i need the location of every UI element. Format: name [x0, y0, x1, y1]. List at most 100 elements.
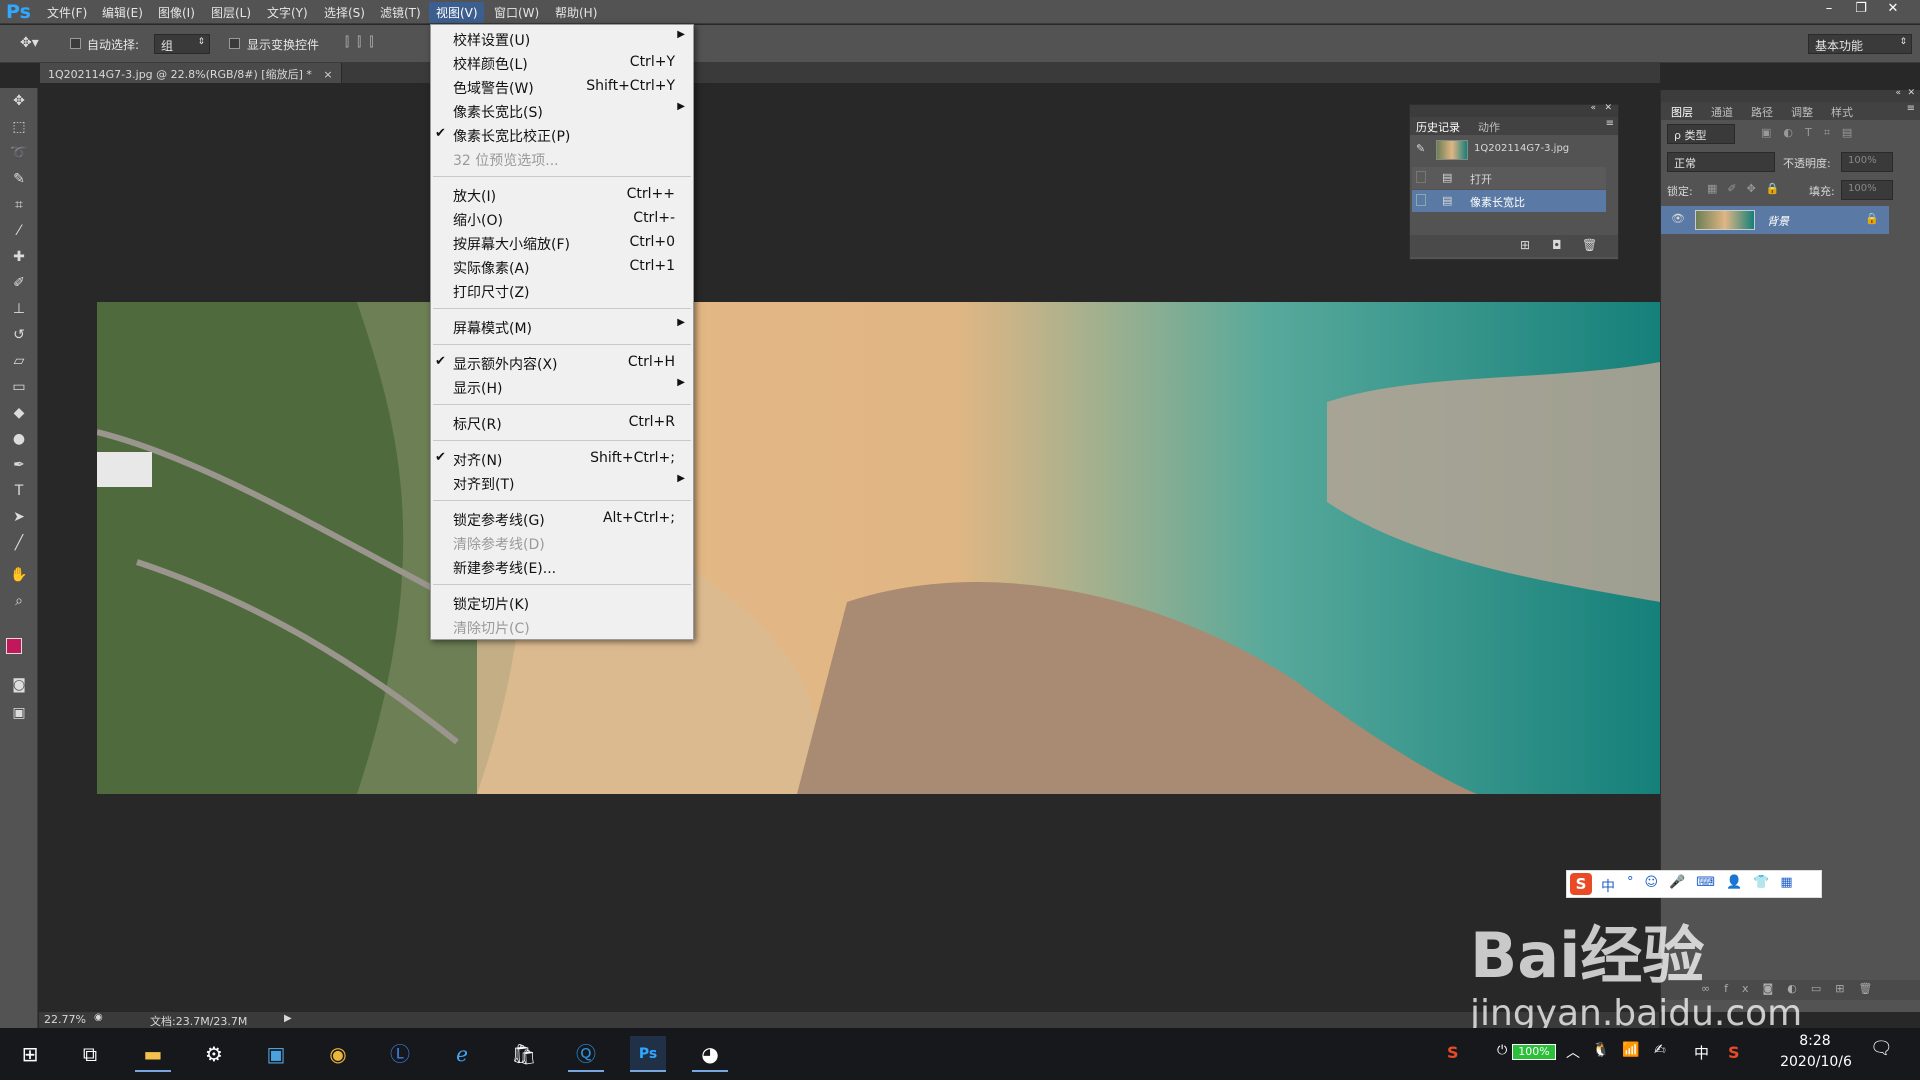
clock-time[interactable]: 8:28	[1780, 1033, 1850, 1049]
eraser-tool-icon[interactable]: ▱	[8, 350, 30, 372]
close-icon[interactable]: ✕	[1907, 88, 1915, 98]
view-menu-item[interactable]: 标尺(R) Ctrl+R	[431, 411, 693, 435]
battery-indicator[interactable]: 100%	[1512, 1044, 1556, 1060]
tab-paths[interactable]: 路径	[1751, 104, 1773, 120]
menu-type[interactable]: 文字(Y)	[267, 4, 308, 21]
auto-select-checkbox[interactable]	[70, 38, 81, 49]
zoom-level[interactable]: 22.77%	[44, 1013, 86, 1026]
show-transform-checkbox[interactable]	[229, 38, 240, 49]
view-menu-item[interactable]: ✔ 显示额外内容(X) Ctrl+H	[431, 351, 693, 375]
view-menu-item[interactable]: 打印尺寸(Z)	[431, 279, 693, 303]
new-document-icon[interactable]: ⊞	[1520, 238, 1530, 252]
state-checkbox[interactable]	[1416, 194, 1426, 206]
marquee-tool-icon[interactable]: ⬚	[8, 116, 30, 138]
task-view-icon[interactable]: ⧉	[72, 1036, 108, 1072]
close-button[interactable]: ✕	[1878, 0, 1908, 20]
app-l-icon[interactable]: Ⓛ	[382, 1036, 418, 1072]
fill-field[interactable]: 100%	[1841, 180, 1893, 200]
menu-help[interactable]: 帮助(H)	[555, 4, 597, 21]
camera-icon[interactable]: ◘	[1552, 238, 1562, 252]
layer-filter-dropdown[interactable]: ρ 类型	[1667, 124, 1735, 144]
tab-history[interactable]: 历史记录	[1416, 119, 1460, 135]
minimize-button[interactable]: –	[1814, 0, 1844, 20]
trash-icon[interactable]: 🗑	[1582, 238, 1597, 252]
move-tool-icon[interactable]: ✥▾	[20, 35, 39, 51]
layer-filter-icons[interactable]: ▣◐T⌗▤	[1761, 126, 1864, 140]
history-state-active[interactable]: ▤ 像素长宽比	[1412, 190, 1606, 212]
app-ball-icon[interactable]: ◕	[692, 1036, 728, 1072]
sogou-tray-icon[interactable]: S	[1447, 1043, 1459, 1062]
view-menu-item[interactable]: 像素长宽比(S) ▶	[431, 99, 693, 123]
sogou-tray-icon-2[interactable]: S	[1728, 1043, 1740, 1062]
menu-edit[interactable]: 编辑(E)	[102, 4, 143, 21]
crop-tool-icon[interactable]: ⌗	[8, 194, 30, 216]
state-checkbox[interactable]	[1416, 171, 1426, 183]
layer-row[interactable]: 👁 背景 🔒	[1661, 206, 1889, 234]
windows-start-icon[interactable]: ⊞	[12, 1036, 48, 1072]
line-tool-icon[interactable]: ╱	[8, 532, 30, 554]
browser-q-icon[interactable]: Ⓠ	[568, 1036, 604, 1072]
view-menu-item[interactable]: 屏幕模式(M) ▶	[431, 315, 693, 339]
tab-close-icon[interactable]: ×	[323, 68, 332, 81]
view-menu-item[interactable]: ✔ 像素长宽比校正(P)	[431, 123, 693, 147]
photos-icon[interactable]: ▣	[258, 1036, 294, 1072]
align-icons[interactable]: ⫿⫿⫿	[345, 35, 381, 50]
blend-mode-dropdown[interactable]: 正常	[1667, 152, 1775, 172]
auto-select-dropdown[interactable]: 组 ⇕	[154, 34, 210, 54]
quick-select-tool-icon[interactable]: ✎	[8, 168, 30, 190]
eyedropper-tool-icon[interactable]: ⁄	[8, 220, 30, 242]
workspace-dropdown[interactable]: 基本功能 ⇕	[1808, 34, 1912, 54]
pen-icon[interactable]: ✍	[1654, 1042, 1666, 1058]
view-menu-item[interactable]: 按屏幕大小缩放(F) Ctrl+0	[431, 231, 693, 255]
menu-select[interactable]: 选择(S)	[324, 4, 365, 21]
gradient-tool-icon[interactable]: ▭	[8, 376, 30, 398]
clock-date[interactable]: 2020/10/6	[1766, 1054, 1866, 1070]
restore-button[interactable]: ❐	[1846, 0, 1876, 20]
history-snapshot[interactable]: ✎ 1Q202114G7-3.jpg	[1412, 137, 1606, 163]
menu-view[interactable]: 视图(V)	[436, 4, 478, 21]
view-menu-item[interactable]: 校样颜色(L) Ctrl+Y	[431, 51, 693, 75]
file-explorer-icon[interactable]: ▬	[135, 1036, 171, 1072]
stamp-tool-icon[interactable]: ⊥	[8, 298, 30, 320]
ime-tool-icons[interactable]: °☺🎤⌨👤👕▦	[1627, 875, 1804, 890]
menu-file[interactable]: 文件(F)	[47, 4, 87, 21]
history-state[interactable]: ▤ 打开	[1412, 167, 1606, 189]
view-menu-item[interactable]: ✔ 对齐(N) Shift+Ctrl+;	[431, 447, 693, 471]
wifi-icon[interactable]: 📶	[1622, 1042, 1639, 1058]
play-arrow-icon[interactable]: ▶	[284, 1013, 292, 1024]
history-brush-tool-icon[interactable]: ↺	[8, 324, 30, 346]
menu-window[interactable]: 窗口(W)	[494, 4, 539, 21]
hand-tool-icon[interactable]: ✋	[8, 564, 30, 586]
view-menu-item[interactable]: 校样设置(U) ▶	[431, 27, 693, 51]
blur-tool-icon[interactable]: ◆	[8, 402, 30, 424]
lasso-tool-icon[interactable]: ➰	[8, 142, 30, 164]
pen-tool-icon[interactable]: ✒	[8, 454, 30, 476]
tab-actions[interactable]: 动作	[1478, 119, 1500, 135]
panel-menu-icon[interactable]: ≡	[1907, 103, 1915, 114]
ie-icon[interactable]: ℯ	[444, 1036, 480, 1072]
status-info-icon[interactable]: ◉	[94, 1012, 103, 1023]
ime-lang[interactable]: 中	[1601, 876, 1615, 896]
menu-image[interactable]: 图像(I)	[158, 4, 195, 21]
document-image[interactable]	[97, 302, 1660, 794]
view-menu-item[interactable]: 显示(H) ▶	[431, 375, 693, 399]
path-select-tool-icon[interactable]: ➤	[8, 506, 30, 528]
brush-tool-icon[interactable]: ✐	[8, 272, 30, 294]
view-menu-item[interactable]: 新建参考线(E)...	[431, 555, 693, 579]
sogou-logo-icon[interactable]: S	[1570, 873, 1592, 895]
ime-tray-lang[interactable]: 中	[1694, 1042, 1709, 1063]
view-menu-item[interactable]: 对齐到(T) ▶	[431, 471, 693, 495]
view-menu-item[interactable]: 锁定参考线(G) Alt+Ctrl+;	[431, 507, 693, 531]
tab-layers[interactable]: 图层	[1671, 104, 1693, 120]
opacity-field[interactable]: 100%	[1841, 152, 1893, 172]
move-tool-icon[interactable]: ✥	[8, 90, 30, 112]
qq-icon[interactable]: 🐧	[1592, 1042, 1609, 1058]
view-menu-item[interactable]: 实际像素(A) Ctrl+1	[431, 255, 693, 279]
chevron-up-icon[interactable]: ︿	[1566, 1042, 1580, 1062]
lock-icons[interactable]: ▦✐✥🔒	[1707, 182, 1790, 195]
view-menu-item[interactable]: 色域警告(W) Shift+Ctrl+Y	[431, 75, 693, 99]
view-menu-item[interactable]: 缩小(O) Ctrl+-	[431, 207, 693, 231]
healing-brush-tool-icon[interactable]: ✚	[8, 246, 30, 268]
photoshop-taskbar-icon[interactable]: Ps	[630, 1036, 666, 1072]
view-menu-item[interactable]: 放大(I) Ctrl++	[431, 183, 693, 207]
